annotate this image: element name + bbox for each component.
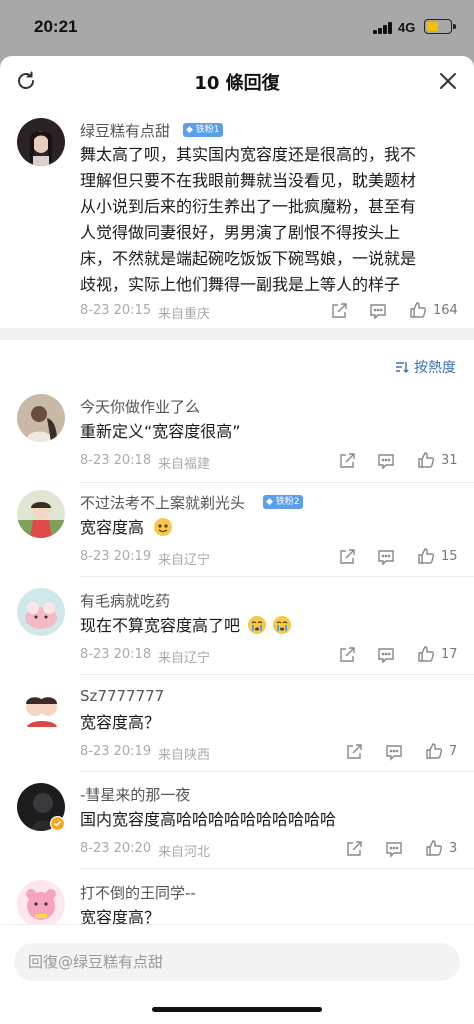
home-indicator[interactable] <box>152 1007 322 1012</box>
reply-time: 8-23 20:19 <box>80 549 152 564</box>
reply-username[interactable]: Sz7777777 <box>80 687 164 705</box>
reply-text: 现在不算宽容度高了吧 <box>80 613 460 639</box>
comment-icon[interactable] <box>369 302 387 320</box>
avatar[interactable] <box>17 118 65 166</box>
avatar[interactable] <box>17 685 65 733</box>
divider <box>80 482 474 483</box>
reply-username[interactable]: 今天你做作业了么 <box>80 396 200 417</box>
like-icon[interactable] <box>417 645 435 663</box>
reply-text: 国内宽容度高哈哈哈哈哈哈哈哈哈哈 <box>80 810 337 829</box>
like-count: 31 <box>441 453 458 468</box>
like-count: 164 <box>433 303 458 318</box>
sheet-title: 10 條回復 <box>194 73 280 94</box>
battery-icon <box>424 19 456 34</box>
sheet-header: 10 條回復 <box>0 56 474 106</box>
reply-location: 来自陕西 <box>158 748 211 763</box>
network-label: 4G <box>398 20 416 35</box>
fan-badge: ◆ 铁粉2 <box>263 495 303 509</box>
share-icon[interactable] <box>338 646 356 664</box>
reply-text: 宽容度高？ <box>80 713 161 732</box>
avatar[interactable] <box>17 394 65 442</box>
status-time: 20:21 <box>34 17 78 36</box>
close-icon[interactable] <box>436 69 460 93</box>
share-icon[interactable] <box>345 840 363 858</box>
avatar[interactable] <box>17 588 65 636</box>
reply-time: 8-23 20:19 <box>80 744 152 759</box>
comment-icon[interactable] <box>377 646 395 664</box>
reply-text: 宽容度高 <box>80 515 460 541</box>
reply-username[interactable]: 打不倒的王同学-- <box>80 882 196 903</box>
reply-location: 来自河北 <box>158 845 211 860</box>
reply-location: 来自辽宁 <box>158 651 211 666</box>
reply-time: 8-23 20:18 <box>80 453 152 468</box>
reply-location: 来自辽宁 <box>158 553 211 568</box>
fan-badge: ◆ 铁粉1 <box>183 123 223 137</box>
comment-icon[interactable] <box>377 452 395 470</box>
share-icon[interactable] <box>345 743 363 761</box>
share-icon[interactable] <box>338 452 356 470</box>
sort-button[interactable]: 按熱度 <box>414 357 456 377</box>
like-count: 7 <box>449 744 458 759</box>
comment-text: 舞太高了呗，其实国内宽容度还是很高的，我不 理解但只要不在我眼前舞就当没看见，耽… <box>80 145 417 294</box>
like-count: 17 <box>441 647 458 662</box>
like-count: 3 <box>449 841 458 856</box>
verified-icon <box>49 815 66 832</box>
divider <box>80 771 474 772</box>
avatar[interactable] <box>17 880 65 928</box>
reply-username[interactable]: 有毛病就吃药 <box>80 590 170 611</box>
status-bar: 20:21 4G <box>0 0 474 56</box>
comments-sheet: 10 條回復 绿豆糕有点甜 ◆ 铁粉1 舞太高了呗，其实国内宽容度还是很高的，我… <box>0 56 474 1024</box>
divider <box>80 576 474 577</box>
like-icon[interactable] <box>417 547 435 565</box>
comment-time: 8-23 20:15 <box>80 303 152 318</box>
reply-username[interactable]: 不过法考不上案就剃光头 <box>80 492 245 513</box>
battery-level <box>426 21 438 31</box>
like-icon[interactable] <box>425 742 443 760</box>
comment-icon[interactable] <box>385 743 403 761</box>
emoji-icon <box>153 517 173 537</box>
reply-username[interactable]: -彗星来的那一夜 <box>80 784 190 805</box>
reply-time: 8-23 20:20 <box>80 841 152 856</box>
comment-icon[interactable] <box>377 548 395 566</box>
divider <box>80 868 474 869</box>
divider <box>80 674 474 675</box>
reply-time: 8-23 20:18 <box>80 647 152 662</box>
comment-location: 来自重庆 <box>158 307 211 322</box>
sort-icon[interactable] <box>395 360 409 374</box>
share-icon[interactable] <box>338 548 356 566</box>
reply-location: 来自福建 <box>158 457 211 472</box>
signal-icon <box>373 22 393 34</box>
reply-bar: 回復@绿豆糕有点甜 <box>0 924 474 1024</box>
comment-username[interactable]: 绿豆糕有点甜 <box>80 120 170 141</box>
like-count: 15 <box>441 549 458 564</box>
like-icon[interactable] <box>409 301 427 319</box>
avatar[interactable] <box>17 490 65 538</box>
like-icon[interactable] <box>417 451 435 469</box>
section-separator <box>0 328 474 340</box>
comment-icon[interactable] <box>385 840 403 858</box>
crying-emoji-icon <box>247 615 267 635</box>
reply-input[interactable]: 回復@绿豆糕有点甜 <box>14 943 460 981</box>
share-icon[interactable] <box>330 302 348 320</box>
crying-emoji-icon <box>272 615 292 635</box>
reply-text: 重新定义“宽容度很高” <box>80 422 241 441</box>
like-icon[interactable] <box>425 839 443 857</box>
